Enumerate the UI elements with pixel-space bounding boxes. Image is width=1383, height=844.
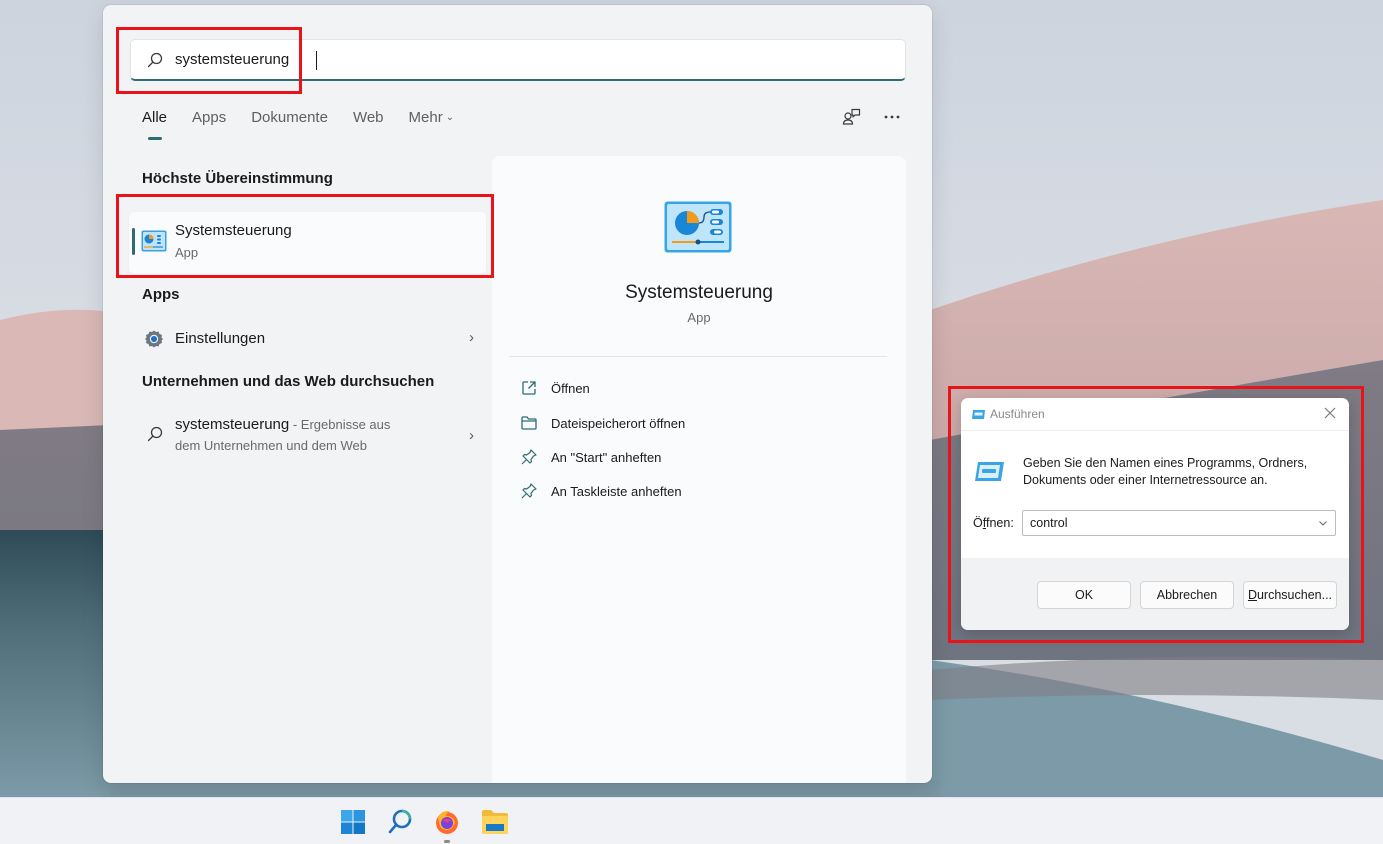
description-line: Dokuments oder einer Internetressource a… xyxy=(1023,473,1268,487)
settings-gear-icon xyxy=(145,330,163,348)
tab-dokumente[interactable]: Dokumente xyxy=(251,109,328,131)
selection-indicator xyxy=(132,228,135,255)
control-panel-icon xyxy=(141,230,167,252)
app-result-label: Einstellungen xyxy=(175,330,266,347)
search-filter-tabs: Alle Apps Dokumente Web Mehr ⌄ xyxy=(142,109,479,140)
search-top-actions xyxy=(842,105,902,129)
web-result-text: systemsteuerung - Ergebnisse aus xyxy=(175,415,435,435)
button-accelerator: D xyxy=(1247,588,1257,602)
action-pin-taskbar[interactable]: An Taskleiste anheften xyxy=(520,482,682,500)
person-feedback-icon xyxy=(842,108,861,125)
taskbar-search-button[interactable] xyxy=(385,807,415,837)
action-open[interactable]: Öffnen xyxy=(520,379,590,397)
button-label: urchsuchen... xyxy=(1256,588,1333,602)
open-combobox-value[interactable]: control xyxy=(1030,516,1068,530)
cancel-button[interactable]: Abbrechen xyxy=(1140,581,1234,609)
chevron-down-icon[interactable] xyxy=(1317,517,1329,529)
pin-icon xyxy=(521,483,537,499)
label-part: Ö xyxy=(973,516,983,530)
run-dialog: Ausführen Geben Sie den Namen eines Prog… xyxy=(961,398,1349,630)
run-app-icon xyxy=(972,410,985,419)
action-label: Öffnen xyxy=(551,380,590,396)
web-result-query: systemsteuerung xyxy=(175,416,290,433)
windows-start-icon xyxy=(341,810,365,834)
taskbar xyxy=(0,797,1383,844)
tab-label: Web xyxy=(352,109,384,126)
more-options-button[interactable] xyxy=(882,105,902,129)
chevron-right-icon: › xyxy=(469,329,474,346)
file-explorer-icon xyxy=(482,810,508,834)
open-combobox[interactable]: control xyxy=(1022,510,1336,536)
control-panel-icon xyxy=(664,201,732,253)
result-detail-pane: Systemsteuerung App Öffnen Dateispeicher… xyxy=(492,156,906,783)
action-label: An "Start" anheften xyxy=(551,449,662,465)
result-name: Systemsteuerung xyxy=(175,222,292,239)
detail-divider xyxy=(509,356,887,357)
search-box[interactable] xyxy=(130,39,906,81)
tab-web[interactable]: Web xyxy=(353,109,384,131)
label-part: fnen: xyxy=(985,516,1014,530)
search-flyout: Alle Apps Dokumente Web Mehr⌄ Höchste Üb… xyxy=(103,5,932,783)
best-match-result[interactable]: Systemsteuerung App xyxy=(129,212,486,274)
run-dialog-title: Ausführen xyxy=(990,407,1045,421)
chevron-down-icon: ⌄ xyxy=(445,112,455,123)
firefox-icon xyxy=(436,810,458,834)
account-feedback-button[interactable] xyxy=(842,105,862,129)
web-search-heading: Unternehmen und das Web durchsuchen xyxy=(142,373,435,390)
run-dialog-footer: OK Abbrechen Durchsuchen... xyxy=(961,558,1349,630)
web-result-suffix-line2: dem Unternehmen und dem Web xyxy=(175,438,367,453)
text-caret xyxy=(316,51,317,70)
taskbar-start-button[interactable] xyxy=(338,807,368,837)
search-icon xyxy=(388,809,412,834)
search-icon xyxy=(147,426,163,442)
running-indicator xyxy=(444,840,450,843)
search-icon xyxy=(147,52,163,67)
action-pin-start[interactable]: An "Start" anheften xyxy=(520,448,661,466)
web-result-suffix: - Ergebnisse aus xyxy=(289,417,391,432)
taskbar-firefox-button[interactable] xyxy=(432,807,462,843)
tab-label: Dokumente xyxy=(251,109,328,126)
tab-label: Mehr xyxy=(408,109,443,126)
tab-mehr[interactable]: Mehr ⌄ xyxy=(409,109,455,131)
folder-icon xyxy=(521,416,537,430)
result-type: App xyxy=(175,245,199,260)
tab-label: Apps xyxy=(192,109,227,126)
action-open-file-location[interactable]: Dateispeicherort öffnen xyxy=(520,414,685,432)
taskbar-explorer-button[interactable] xyxy=(480,807,510,837)
tab-label: Alle xyxy=(142,109,168,126)
tab-alle[interactable]: Alle xyxy=(142,109,168,140)
chevron-right-icon: › xyxy=(469,427,474,444)
search-input[interactable] xyxy=(175,51,875,68)
open-field-label: Öffnen: xyxy=(973,516,1014,530)
run-dialog-description: Geben Sie den Namen eines Programms, Ord… xyxy=(1023,455,1333,489)
app-result-einstellungen[interactable]: Einstellungen › xyxy=(129,323,486,355)
more-ellipsis-icon xyxy=(884,115,900,119)
ok-button[interactable]: OK xyxy=(1037,581,1131,609)
tab-apps[interactable]: Apps xyxy=(192,109,226,131)
detail-type: App xyxy=(687,310,711,325)
detail-title: Systemsteuerung xyxy=(625,282,773,303)
action-label: An Taskleiste anheften xyxy=(551,483,682,499)
run-dialog-titlebar[interactable]: Ausführen xyxy=(961,398,1349,430)
run-app-icon xyxy=(975,462,1004,481)
action-label: Dateispeicherort öffnen xyxy=(551,415,686,431)
close-icon[interactable] xyxy=(1321,404,1339,422)
best-match-heading: Höchste Übereinstimmung xyxy=(142,170,333,187)
description-line: Geben Sie den Namen eines Programms, Ord… xyxy=(1023,456,1308,470)
web-search-result[interactable]: systemsteuerung - Ergebnisse aus dem Unt… xyxy=(129,413,486,461)
run-dialog-body: Geben Sie den Namen eines Programms, Ord… xyxy=(961,430,1349,558)
pin-icon xyxy=(521,449,537,465)
open-external-icon xyxy=(522,381,536,395)
apps-heading: Apps xyxy=(142,286,180,303)
browse-button[interactable]: Durchsuchen... xyxy=(1243,581,1337,609)
